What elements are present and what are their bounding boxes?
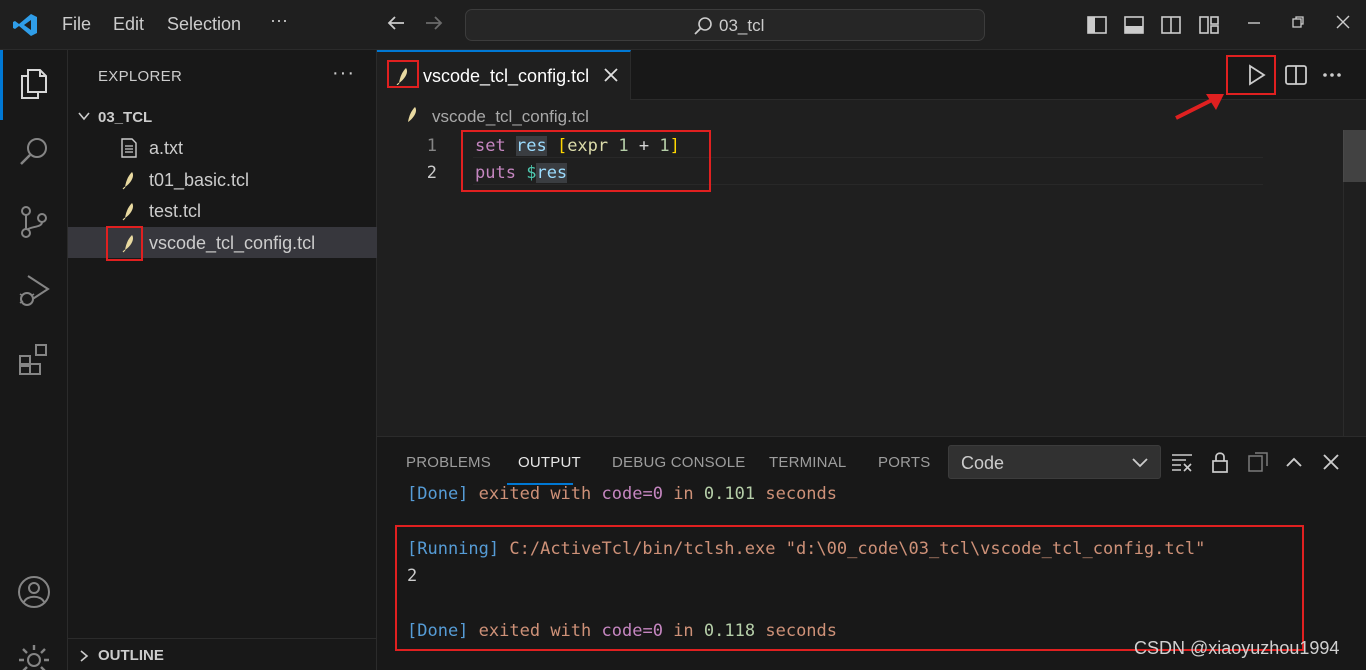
channel-value: Code — [961, 453, 1005, 473]
file-label: vscode_tcl_config.tcl — [149, 233, 316, 253]
output-line-done-1: [Done] exited with code=0 in 0.101 secon… — [407, 484, 838, 504]
title-bar: File Edit Selection ··· 03_tcl — [0, 0, 1366, 50]
tab-debug-console[interactable]: DEBUG CONSOLE — [612, 454, 745, 471]
menu-more[interactable]: ··· — [270, 10, 288, 31]
tab-terminal[interactable]: TERMINAL — [769, 454, 846, 471]
bottom-panel: PROBLEMS OUTPUT DEBUG CONSOLE TERMINAL P… — [377, 436, 1366, 670]
output-line-running: [Running] C:/ActiveTcl/bin/tclsh.exe "d:… — [407, 539, 1206, 559]
line-number: 1 — [426, 136, 437, 156]
code-editor[interactable]: 1 set res [expr 1 + 1] 2 puts $res — [377, 130, 1366, 436]
code-line-1[interactable]: 1 set res [expr 1 + 1] — [377, 132, 1267, 159]
command-center-search[interactable]: 03_tcl — [465, 9, 985, 41]
search-icon — [694, 17, 712, 35]
watermark: CSDN @xiaoyuzhou1994 — [1134, 638, 1340, 658]
tcl-feather-icon — [122, 203, 134, 221]
chevron-down-icon — [78, 112, 90, 121]
line-number: 2 — [426, 163, 437, 183]
accounts-icon[interactable] — [16, 574, 52, 610]
menu-file[interactable]: File — [62, 14, 91, 35]
customize-layout-icon[interactable] — [1198, 14, 1220, 36]
tab-label: vscode_tcl_config.tcl — [423, 66, 590, 86]
close-tab-icon[interactable] — [601, 65, 621, 85]
output-line-done-2: [Done] exited with code=0 in 0.118 secon… — [407, 621, 838, 641]
close-panel-icon[interactable] — [1319, 451, 1343, 473]
search-text: 03_tcl — [719, 16, 765, 35]
breadcrumb-file[interactable]: vscode_tcl_config.tcl — [432, 107, 589, 127]
tcl-feather-icon — [122, 235, 134, 253]
extensions-icon[interactable] — [16, 342, 52, 378]
minimize-icon[interactable] — [1244, 12, 1264, 32]
file-label: a.txt — [149, 138, 184, 158]
split-editor-icon[interactable] — [1283, 62, 1309, 88]
back-arrow-icon[interactable] — [385, 12, 407, 34]
lock-scroll-icon[interactable] — [1208, 451, 1232, 473]
tab-vscode-tcl-config[interactable]: vscode_tcl_config.tcl — [377, 50, 631, 100]
close-window-icon[interactable] — [1333, 12, 1353, 32]
annotation-arrow-icon — [1175, 94, 1224, 120]
outline-section[interactable]: OUTLINE — [68, 638, 377, 670]
source-control-icon[interactable] — [16, 204, 52, 240]
run-and-debug-icon[interactable] — [16, 272, 52, 308]
line-content: set res [expr 1 + 1] — [475, 136, 680, 156]
file-label: test.tcl — [149, 201, 202, 221]
outline-label: OUTLINE — [98, 647, 164, 664]
manage-gear-icon[interactable] — [16, 642, 52, 670]
chevron-right-icon — [80, 650, 89, 662]
file-item-vscode-tcl-config[interactable]: vscode_tcl_config.tcl — [68, 227, 377, 258]
scrollbar-slider[interactable] — [1343, 130, 1366, 182]
explorer-sidebar: EXPLORER ··· 03_TCL a.txt t01_basic.tcl … — [68, 50, 377, 670]
more-actions-icon[interactable] — [1319, 62, 1345, 88]
explorer-title: EXPLORER — [98, 68, 183, 85]
toggle-primary-sidebar-icon[interactable] — [1086, 14, 1108, 36]
toggle-panel-icon[interactable] — [1123, 14, 1145, 36]
chevron-down-icon — [1132, 458, 1148, 468]
tcl-feather-icon — [396, 68, 408, 85]
open-output-in-editor-icon[interactable] — [1246, 451, 1270, 473]
folder-name: 03_TCL — [98, 109, 153, 126]
activity-bar — [0, 50, 68, 670]
vscode-logo-icon[interactable] — [12, 12, 38, 38]
tab-output[interactable]: OUTPUT — [518, 454, 581, 471]
search-view-icon[interactable] — [16, 134, 52, 170]
tcl-feather-icon — [408, 107, 417, 122]
tab-problems[interactable]: PROBLEMS — [406, 454, 491, 471]
toggle-secondary-sidebar-icon[interactable] — [1160, 14, 1182, 36]
explorer-more-button[interactable]: ··· — [332, 62, 355, 85]
text-file-icon — [121, 138, 137, 158]
file-item-test-tcl[interactable]: test.tcl — [68, 195, 377, 226]
file-item-a-txt[interactable]: a.txt — [68, 132, 377, 163]
output-channel-select[interactable]: Code — [948, 445, 1161, 479]
menu-edit[interactable]: Edit — [113, 14, 144, 35]
output-line-result: 2 — [407, 566, 418, 586]
tab-ports[interactable]: PORTS — [878, 454, 930, 471]
line-content: puts $res — [475, 163, 568, 183]
file-item-t01-basic-tcl[interactable]: t01_basic.tcl — [68, 164, 377, 195]
file-label: t01_basic.tcl — [149, 170, 250, 190]
run-code-icon[interactable] — [1243, 62, 1269, 88]
clear-output-icon[interactable] — [1170, 451, 1194, 473]
code-line-2[interactable]: 2 puts $res — [377, 159, 1267, 186]
forward-arrow-icon[interactable] — [423, 12, 445, 34]
restore-icon[interactable] — [1288, 12, 1308, 32]
active-indicator — [0, 50, 3, 120]
folder-03-tcl[interactable]: 03_TCL — [68, 104, 377, 130]
explorer-icon[interactable] — [16, 66, 52, 102]
tcl-feather-icon — [122, 172, 134, 190]
menu-selection[interactable]: Selection — [167, 14, 241, 35]
maximize-panel-icon[interactable] — [1282, 451, 1306, 473]
